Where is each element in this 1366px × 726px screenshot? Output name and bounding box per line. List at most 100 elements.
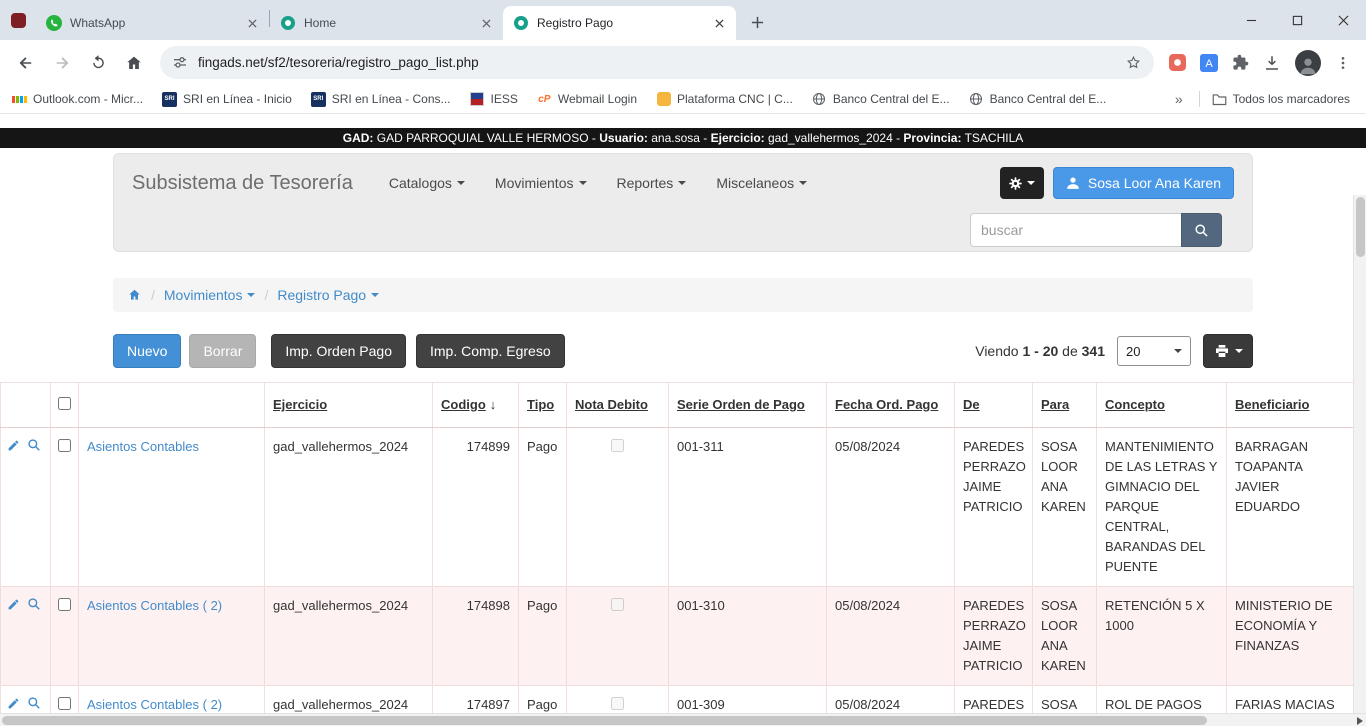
bookmark-star-icon[interactable]	[1125, 54, 1142, 71]
cell-de: PAREDES PERRAZO JAIME PATRICIO	[955, 587, 1033, 686]
home-button[interactable]	[118, 47, 150, 79]
microsoft-favicon-icon	[12, 92, 27, 107]
window-controls	[1228, 0, 1366, 40]
search-input[interactable]	[970, 213, 1181, 247]
tab-registro-pago[interactable]: Registro Pago	[503, 6, 736, 40]
borrar-button[interactable]: Borrar	[189, 334, 256, 368]
row-name-link[interactable]: Asientos Contables ( 2)	[87, 598, 222, 613]
new-tab-button[interactable]	[744, 9, 770, 35]
tab-home[interactable]: Home	[270, 6, 503, 40]
header-panel: Subsistema de Tesorería Catalogos Movimi…	[113, 153, 1253, 252]
bookmark-banco-central-2[interactable]: Banco Central del E...	[969, 92, 1107, 107]
window-close-button[interactable]	[1320, 0, 1366, 40]
header-fecha-ord-pago[interactable]: Fecha Ord. Pago	[835, 397, 938, 412]
edit-pencil-icon[interactable]	[7, 697, 20, 710]
header-checkbox-cell	[51, 383, 79, 428]
cell-serie: 001-310	[669, 587, 827, 686]
bookmark-banco-central-1[interactable]: Banco Central del E...	[812, 92, 950, 107]
bookmark-sri-consultas[interactable]: SRI SRI en Línea - Cons...	[311, 92, 451, 107]
bookmark-label: Banco Central del E...	[990, 92, 1107, 106]
nav-catalogos[interactable]: Catalogos	[389, 175, 465, 191]
bookmark-outlook[interactable]: Outlook.com - Micr...	[12, 92, 143, 107]
reload-button[interactable]	[82, 47, 114, 79]
header-para[interactable]: Para	[1041, 397, 1069, 412]
cell-tipo: Pago	[519, 587, 567, 686]
horizontal-scrollbar[interactable]	[0, 713, 1366, 726]
bookmark-sri-inicio[interactable]: SRI SRI en Línea - Inicio	[162, 92, 292, 107]
profile-avatar[interactable]	[1295, 50, 1321, 76]
tab-whatsapp[interactable]: WhatsApp	[36, 6, 269, 40]
browser-logo-icon	[11, 13, 26, 28]
gad-label: GAD:	[343, 131, 374, 145]
url-text[interactable]: fingads.net/sf2/tesoreria/registro_pago_…	[198, 55, 1125, 70]
view-magnifier-icon[interactable]	[27, 438, 41, 452]
breadcrumb-home-icon[interactable]	[127, 288, 142, 302]
edit-pencil-icon[interactable]	[7, 598, 20, 611]
vertical-scrollbar[interactable]	[1353, 195, 1366, 713]
bookmark-iess[interactable]: IESS	[470, 92, 518, 107]
gad-value: GAD PARROQUIAL VALLE HERMOSO -	[373, 131, 599, 145]
view-magnifier-icon[interactable]	[27, 597, 41, 611]
row-checkbox[interactable]	[58, 697, 71, 710]
breadcrumb-movimientos[interactable]: Movimientos	[164, 287, 256, 303]
header-de[interactable]: De	[963, 397, 980, 412]
settings-gear-button[interactable]	[1000, 167, 1044, 199]
edit-pencil-icon[interactable]	[7, 439, 20, 452]
horizontal-scrollbar-thumb[interactable]	[2, 716, 1207, 725]
user-account-button[interactable]: Sosa Loor Ana Karen	[1053, 167, 1234, 199]
cell-para: SOSA LOOR ANA KAREN	[1033, 587, 1097, 686]
bookmark-cnc[interactable]: Plataforma CNC | C...	[656, 92, 793, 107]
back-button[interactable]	[10, 47, 42, 79]
tab-close-icon[interactable]	[244, 15, 261, 32]
nav-movimientos[interactable]: Movimientos	[495, 175, 587, 191]
window-minimize-button[interactable]	[1228, 0, 1274, 40]
cell-concepto: MANTENIMIENTO DE LAS LETRAS Y GIMNACIO D…	[1097, 428, 1227, 587]
actions-row: Nuevo Borrar Imp. Orden Pago Imp. Comp. …	[113, 334, 1253, 368]
address-bar[interactable]: fingads.net/sf2/tesoreria/registro_pago_…	[160, 46, 1154, 79]
print-button[interactable]	[1203, 334, 1253, 368]
forward-button[interactable]	[46, 47, 78, 79]
nav-miscelaneos[interactable]: Miscelaneos	[716, 175, 807, 191]
imp-comp-egreso-button[interactable]: Imp. Comp. Egreso	[416, 334, 565, 368]
imp-orden-pago-button[interactable]: Imp. Orden Pago	[271, 334, 406, 368]
search-button[interactable]	[1181, 213, 1222, 247]
cell-concepto: RETENCIÓN 5 X 1000	[1097, 587, 1227, 686]
tab-close-icon[interactable]	[478, 15, 495, 32]
bookmark-webmail[interactable]: cP Webmail Login	[537, 92, 637, 107]
chevron-down-icon	[799, 181, 807, 185]
select-all-checkbox[interactable]	[58, 397, 71, 410]
bookmarks-overflow-icon[interactable]: »	[1175, 91, 1183, 107]
extension-pink-icon[interactable]	[1169, 54, 1186, 71]
header-concepto[interactable]: Concepto	[1105, 397, 1165, 412]
row-name-link[interactable]: Asientos Contables ( 2)	[87, 697, 222, 712]
row-checkbox[interactable]	[58, 598, 71, 611]
nuevo-button[interactable]: Nuevo	[113, 334, 181, 368]
header-codigo[interactable]: Codigo	[441, 397, 486, 412]
site-info-icon[interactable]	[172, 55, 188, 71]
home-favicon-icon	[280, 15, 296, 31]
table-row: Asientos Contables ( 2) gad_vallehermos_…	[1, 587, 1354, 686]
header-beneficiario[interactable]: Beneficiario	[1235, 397, 1309, 412]
provincia-label: Provincia:	[903, 131, 961, 145]
nav-reportes[interactable]: Reportes	[617, 175, 687, 191]
window-maximize-button[interactable]	[1274, 0, 1320, 40]
sri-favicon-icon: SRI	[311, 92, 326, 107]
row-checkbox[interactable]	[58, 439, 71, 452]
menu-kebab-icon[interactable]	[1335, 55, 1351, 71]
downloads-icon[interactable]	[1263, 54, 1281, 72]
header-tipo[interactable]: Tipo	[527, 397, 554, 412]
vertical-scrollbar-thumb[interactable]	[1356, 197, 1365, 257]
breadcrumb-registro-pago[interactable]: Registro Pago	[277, 287, 379, 303]
breadcrumb: / Movimientos / Registro Pago	[113, 278, 1253, 312]
header-nota-debito[interactable]: Nota Debito	[575, 397, 648, 412]
all-bookmarks-button[interactable]: Todos los marcadores	[1212, 92, 1350, 107]
tab-close-icon[interactable]	[711, 15, 728, 32]
extensions-puzzle-icon[interactable]	[1232, 54, 1249, 71]
header-ejercicio[interactable]: Ejercicio	[273, 397, 327, 412]
header-serie-orden-pago[interactable]: Serie Orden de Pago	[677, 397, 805, 412]
row-name-link[interactable]: Asientos Contables	[87, 439, 199, 454]
view-magnifier-icon[interactable]	[27, 696, 41, 710]
scroll-right-arrow-icon[interactable]	[1357, 717, 1363, 725]
page-size-select[interactable]: 20	[1117, 336, 1191, 366]
translate-icon[interactable]: A	[1200, 54, 1218, 72]
